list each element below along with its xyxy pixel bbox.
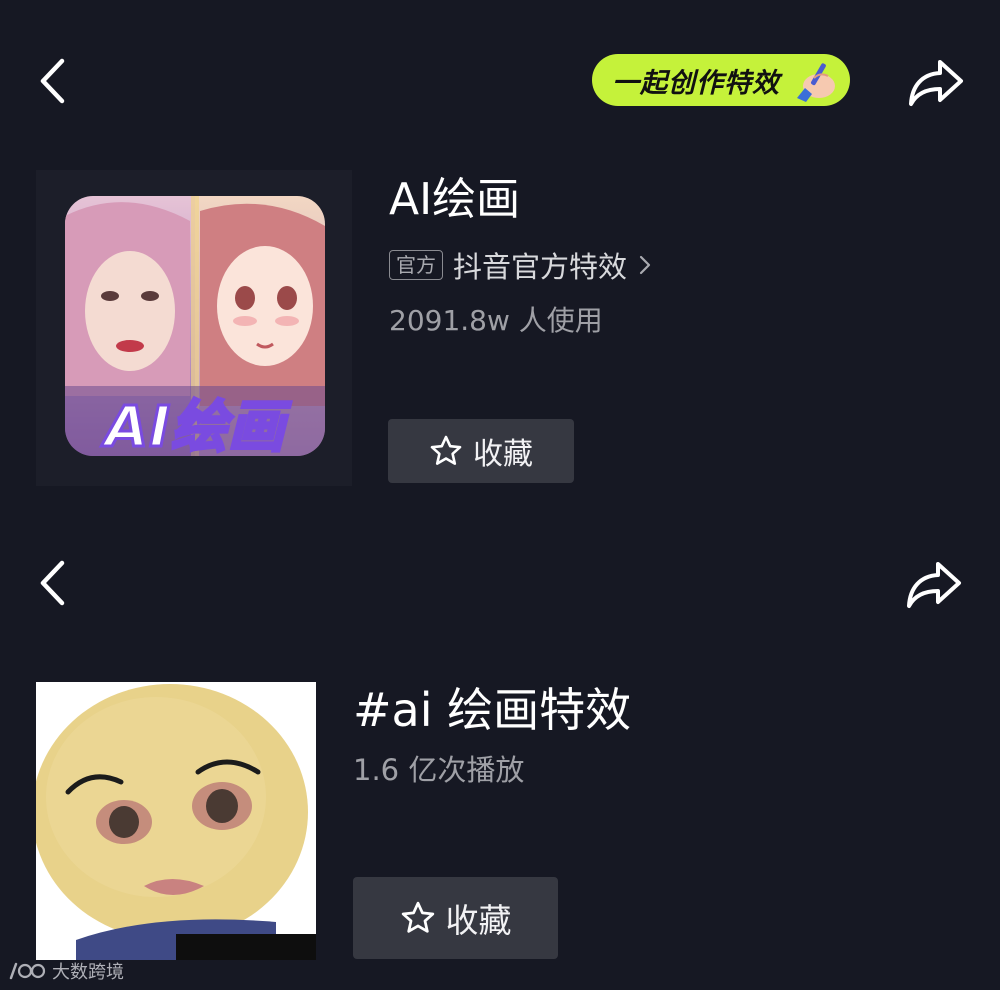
share-arrow-icon	[909, 60, 963, 106]
official-author-name: 抖音官方特效	[453, 250, 628, 284]
hashtag-thumbnail-image	[36, 682, 316, 960]
back-button[interactable]	[32, 56, 72, 106]
hashtag-title: #ai 绘画特效	[353, 683, 632, 737]
star-outline-icon	[430, 435, 462, 465]
hashtag-play-count: 1.6 亿次播放	[353, 753, 525, 787]
share-button[interactable]	[904, 52, 968, 112]
chevron-left-icon	[40, 58, 65, 104]
drawing-hand-icon	[797, 63, 835, 102]
effect-usage-count: 2091.8w 人使用	[389, 304, 603, 337]
watermark: 大数跨境	[8, 958, 124, 984]
share-button-secondary[interactable]	[902, 554, 966, 614]
create-effect-label: 一起创作特效	[612, 67, 780, 99]
hashtag-thumbnail[interactable]	[36, 682, 316, 960]
official-badge: 官方	[389, 250, 443, 280]
effect-thumbnail[interactable]: AI绘画	[65, 196, 325, 456]
effect-title: AI绘画	[389, 174, 521, 225]
hashtag-favorite-button[interactable]: 收藏	[353, 877, 558, 959]
watermark-logo	[9, 962, 46, 980]
watermark-text: 大数跨境	[52, 962, 124, 983]
chevron-left-icon	[40, 560, 65, 606]
back-button-secondary[interactable]	[32, 558, 72, 608]
chevron-right-icon	[639, 255, 651, 275]
effect-favorite-button[interactable]: 收藏	[388, 419, 574, 483]
official-author-link[interactable]: 官方 抖音官方特效	[389, 245, 651, 285]
star-outline-icon	[401, 901, 434, 933]
share-arrow-icon	[907, 562, 961, 608]
effect-thumbnail-text: AI绘画	[103, 394, 286, 457]
hashtag-favorite-label: 收藏	[445, 901, 512, 940]
create-effect-button[interactable]: 一起创作特效	[592, 54, 850, 106]
effect-favorite-label: 收藏	[473, 437, 533, 472]
